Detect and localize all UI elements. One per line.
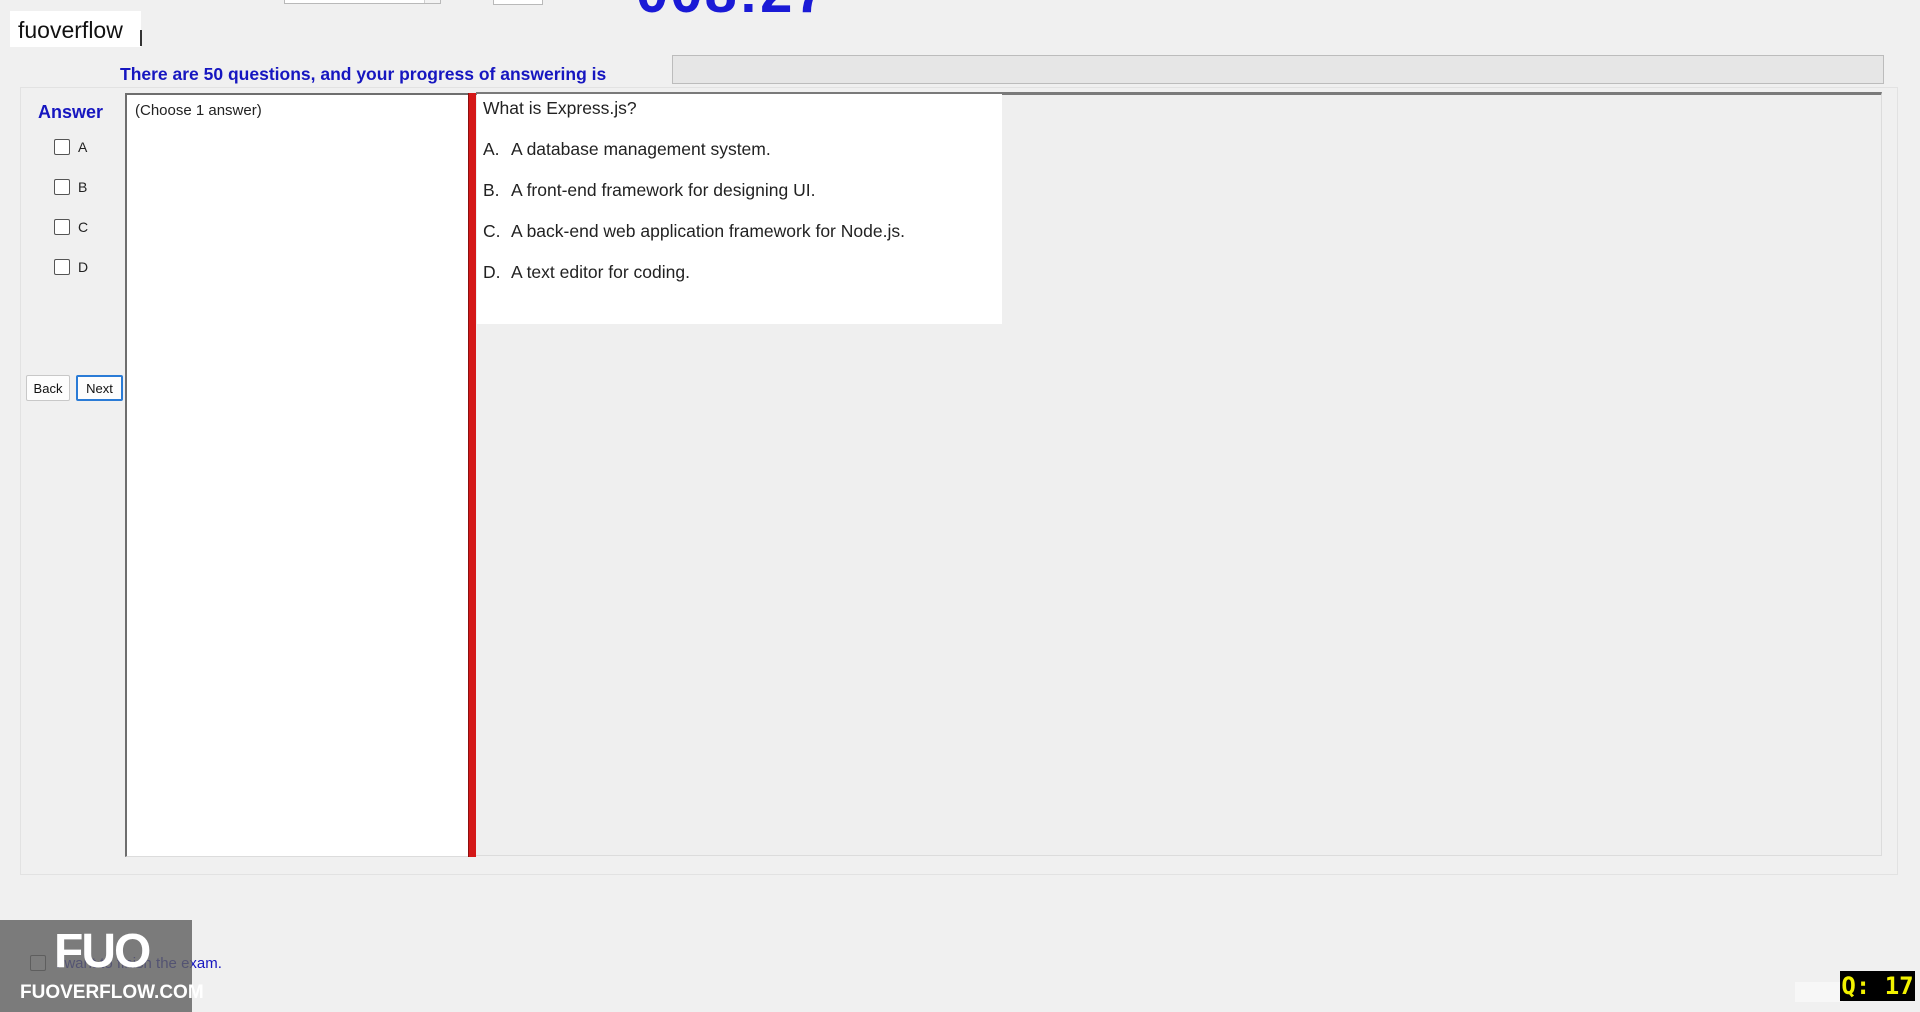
checkbox-icon[interactable] bbox=[54, 179, 70, 195]
progress-text: There are 50 questions, and your progres… bbox=[120, 64, 607, 84]
watermark-logo: FUO FUOVERFLOW.COM bbox=[0, 920, 204, 1012]
panel-splitter[interactable] bbox=[468, 93, 476, 857]
option-text: A front-end framework for designing UI. bbox=[511, 180, 816, 200]
answer-notes-panel[interactable]: (Choose 1 answer) bbox=[125, 93, 469, 857]
option-letter: C. bbox=[483, 221, 501, 241]
logo-text: FUOVERFLOW.COM bbox=[20, 982, 204, 1003]
option-text: A back-end web application framework for… bbox=[511, 221, 905, 241]
question-option-c: C. A back-end web application framework f… bbox=[483, 221, 905, 242]
option-letter: D. bbox=[483, 262, 501, 282]
answer-title: Answer bbox=[38, 102, 104, 122]
answer-option-a[interactable]: A bbox=[54, 137, 87, 157]
answer-option-label: C bbox=[78, 219, 89, 235]
option-letter: B. bbox=[483, 180, 500, 200]
question-option-d: D. A text editor for coding. bbox=[483, 262, 690, 283]
bottom-blank-box bbox=[1795, 982, 1843, 1002]
next-button[interactable]: Next bbox=[76, 375, 123, 401]
answer-option-b[interactable]: B bbox=[54, 177, 87, 197]
checkbox-icon[interactable] bbox=[54, 219, 70, 235]
option-letter: A. bbox=[483, 139, 500, 159]
back-button[interactable]: Back bbox=[26, 375, 70, 401]
option-text: A text editor for coding. bbox=[511, 262, 690, 282]
checkbox-icon[interactable] bbox=[54, 259, 70, 275]
answer-option-c[interactable]: C bbox=[54, 217, 88, 237]
question-option-a: A. A database management system. bbox=[483, 139, 771, 160]
chevron-down-icon[interactable] bbox=[424, 0, 440, 3]
option-text: A database management system. bbox=[511, 139, 771, 159]
exam-timer: 008:27 bbox=[636, 0, 829, 22]
checkbox-icon[interactable] bbox=[54, 139, 70, 155]
question-box: What is Express.js? A. A database managem… bbox=[477, 94, 1002, 324]
question-text: What is Express.js? bbox=[483, 98, 637, 118]
answer-option-label: A bbox=[78, 139, 88, 155]
answer-option-d[interactable]: D bbox=[54, 257, 88, 277]
brand-label: fuoverflow bbox=[10, 11, 141, 47]
text-cursor-icon bbox=[140, 30, 142, 46]
logo-mark: FUO bbox=[54, 925, 151, 978]
top-combobox[interactable] bbox=[284, 0, 441, 4]
choose-instruction: (Choose 1 answer) bbox=[135, 102, 262, 119]
top-small-button[interactable] bbox=[493, 0, 543, 5]
progress-bar bbox=[672, 55, 1884, 84]
answer-option-label: B bbox=[78, 179, 88, 195]
question-option-b: B. A front-end framework for designing UI… bbox=[483, 180, 815, 201]
question-counter: Q: 17 bbox=[1840, 971, 1915, 1001]
answer-option-label: D bbox=[78, 259, 89, 275]
